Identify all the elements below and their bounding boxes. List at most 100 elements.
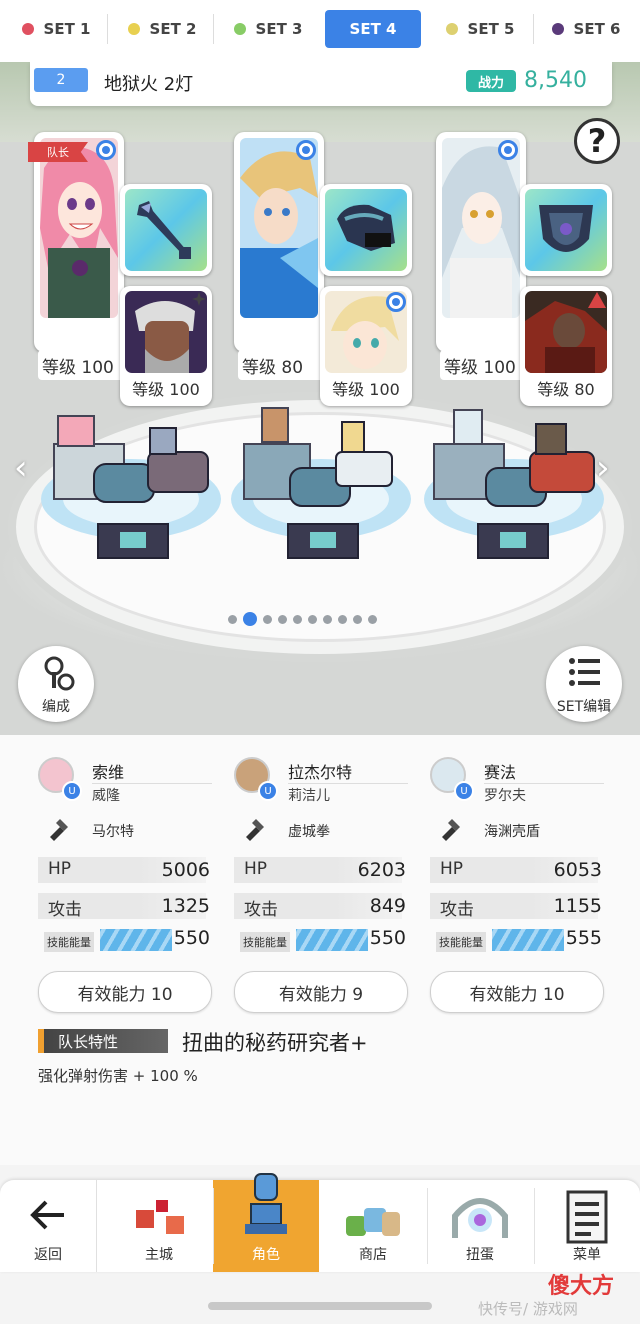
character-portrait-saifa [442,138,520,318]
tab-set-3-label: SET 3 [255,20,303,38]
leader-badge: 队长 [28,142,88,162]
ability-button[interactable]: 有效能力 10 [38,971,212,1013]
hp-row: HP 6053 [430,857,602,883]
character-name: 赛法 [484,763,517,782]
shop-icon [346,1208,400,1236]
select-radio[interactable] [498,140,518,160]
home-indicator[interactable] [208,1302,432,1310]
equipment-slot-1[interactable] [120,184,212,276]
skill-energy-value: 550 [173,927,210,949]
weapon-name: 海渊壳盾 [484,824,540,840]
nav-label: 角色 [252,1247,280,1263]
hp-value: 6053 [553,859,602,881]
set-3-color-dot [233,23,246,35]
unit-sprites [41,407,604,559]
attack-label: 攻击 [48,900,82,920]
page-dot[interactable] [293,614,302,624]
tab-set-5[interactable]: SET 5 [432,10,528,48]
tab-set-4[interactable]: SET 4 [325,10,421,48]
equipment-slot-2[interactable] [320,184,412,276]
attack-row: 攻击 849 [234,893,406,920]
weapon-icon [50,819,68,841]
leader-trait-name: 扭曲的秘药研究者+ [182,1031,368,1055]
nav-label: 主城 [145,1247,173,1263]
hero-name: 罗尔夫 [484,788,526,804]
nav-item-gacha[interactable]: 扭蛋 [427,1180,533,1272]
list-icon [569,658,600,686]
prev-arrow-icon[interactable]: ‹ [14,448,36,488]
select-radio[interactable] [386,292,406,312]
tab-divider [107,14,108,44]
pedestal-2 [231,407,411,559]
staff-icon [137,201,191,259]
hp-label: HP [48,859,72,879]
nav-item-character[interactable]: 角色 [213,1173,319,1272]
nav-item-shop[interactable]: 商店 [320,1180,426,1272]
set-edit-button[interactable]: SET编辑 [546,646,622,722]
tab-set-6[interactable]: SET 6 [538,10,634,48]
hp-row: HP 6203 [234,857,406,883]
tab-divider [213,14,214,44]
skill-energy-bar [296,929,368,951]
tab-set-6-label: SET 6 [573,20,621,38]
page-indicator [228,612,377,626]
skill-energy-bar [492,929,564,951]
attack-value: 1325 [161,895,210,917]
gacha-icon [452,1198,508,1238]
divider [92,783,212,784]
hp-value: 6203 [357,859,406,881]
tab-set-3[interactable]: SET 3 [220,10,316,48]
attack-value: 1155 [553,895,602,917]
power-value: 8,540 [524,68,587,93]
team-number: 2 [34,68,88,92]
back-arrow-icon [30,1200,64,1230]
character-card-1[interactable]: 队长 等级 100 [28,132,148,380]
back-button[interactable]: 返回 [0,1180,97,1272]
divider [484,783,604,784]
set-2-color-dot [127,23,140,35]
skill-energy-row: 技能能量 550 [234,927,406,953]
page-dot[interactable] [338,614,347,624]
tab-set-2[interactable]: SET 2 [114,10,210,48]
hp-value: 5006 [161,859,210,881]
page-dot[interactable] [278,614,287,624]
hero-portrait-veilon [125,291,207,373]
select-radio[interactable] [296,140,316,160]
formation-button[interactable]: 编成 [18,646,94,722]
team-header[interactable]: 2 地狱火 2灯 战力 8,540 [30,62,612,106]
power-label: 战力 [466,70,516,92]
skill-energy-value: 555 [565,927,602,949]
nav-label: 菜单 [573,1247,601,1263]
page-dot[interactable] [263,614,272,624]
ability-button[interactable]: 有效能力 9 [234,971,408,1013]
skill-energy-bar [100,929,172,951]
character-card-2[interactable]: 等级 80 [234,132,348,380]
nav-item-town[interactable]: 主城 [106,1180,212,1272]
page-dot-active[interactable] [243,612,257,626]
help-icon: ? [587,122,607,160]
tab-set-1[interactable]: SET 1 [8,10,104,48]
nav-item-menu[interactable]: 菜单 [534,1180,640,1272]
hp-label: HP [244,859,268,879]
leader-trait-tag: 队长特性 [38,1029,168,1053]
equipment-slot-3[interactable] [520,184,612,276]
hero-slot-3[interactable]: 等级 80 [520,286,612,406]
skill-energy-label: 技能能量 [436,932,486,952]
tab-divider [533,14,534,44]
page-dot[interactable] [323,614,332,624]
page-dot[interactable] [228,614,237,624]
page-dot[interactable] [308,614,317,624]
bottom-nav: 返回 主城 角色 商店 扭蛋 菜单 [0,1173,640,1272]
ability-button[interactable]: 有效能力 10 [430,971,604,1013]
character-card-3[interactable]: 等级 100 [436,132,550,380]
weapon-name: 虚城拳 [288,824,330,840]
watermark-brand: 傻大方 [548,1274,615,1299]
hp-label: HP [440,859,464,879]
select-radio[interactable] [96,140,116,160]
hero-slot-1[interactable]: 等级 100 [120,286,212,406]
help-button[interactable]: ? [574,118,620,164]
page-dot[interactable] [368,614,377,624]
hero-slot-2[interactable]: 等级 100 [320,286,412,406]
tab-set-2-label: SET 2 [149,20,197,38]
page-dot[interactable] [353,614,362,624]
